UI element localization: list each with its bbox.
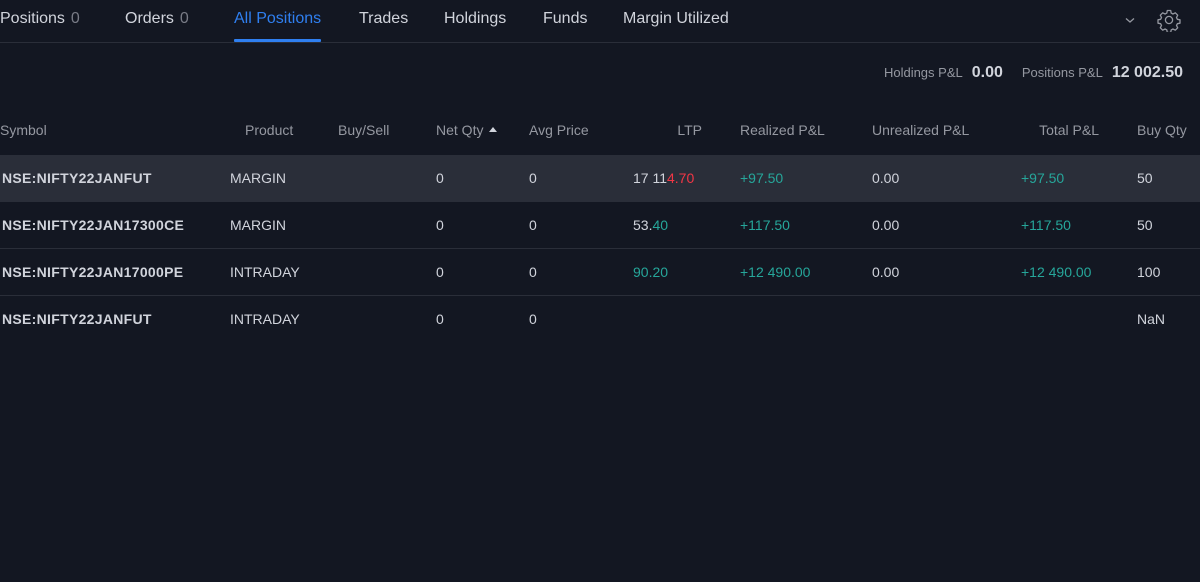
tab-orders-label: Orders [125,10,174,27]
col-header-total-pnl[interactable]: Total P&L [1000,122,1099,142]
cell-buy-qty: 100 [1137,264,1161,280]
table-row[interactable]: NSE:NIFTY22JAN17000PE INTRADAY 0 0 90.20… [0,249,1200,296]
tab-funds-label: Funds [543,10,588,27]
table-row[interactable]: NSE:NIFTY22JANFUT MARGIN 0 0 17 114.70 +… [0,155,1200,202]
col-header-symbol[interactable]: Symbol [0,122,47,142]
cell-avg-price: 0 [529,264,537,280]
pnl-summary: Holdings P&L 0.00 Positions P&L 12 002.5… [884,64,1183,86]
cell-product: MARGIN [230,217,286,233]
table-row[interactable]: NSE:NIFTY22JAN17300CE MARGIN 0 0 53.40 +… [0,202,1200,249]
tab-holdings[interactable]: Holdings [444,0,506,42]
cell-buy-qty: 50 [1137,170,1153,186]
cell-ltp: 53.40 [633,202,668,249]
cell-realized-pnl: +12 490.00 [740,264,811,280]
cell-avg-price: 0 [529,311,537,327]
cell-product: INTRADAY [230,311,300,327]
cell-unrealized-pnl: 0.00 [872,264,900,280]
col-header-product[interactable]: Product [245,122,293,142]
positions-pnl-label: Positions P&L [1021,65,1103,80]
tab-all-positions[interactable]: All Positions [234,0,322,42]
tab-holdings-label: Holdings [444,10,507,27]
col-header-ltp[interactable]: LTP [600,122,702,142]
tab-orders-count: 0 [179,10,189,27]
cell-avg-price: 0 [529,217,537,233]
cell-realized-pnl: +97.50 [740,170,784,186]
cell-ltp-change: 4.70 [667,170,695,186]
tab-trades-label: Trades [359,10,409,27]
cell-buy-qty: 50 [1137,217,1153,233]
col-header-unrealized-pnl[interactable]: Unrealized P&L [872,122,969,142]
cell-unrealized-pnl: 0.00 [872,217,900,233]
tab-positions[interactable]: Positions 0 [0,0,80,42]
cell-total-pnl: +97.50 [1021,170,1065,186]
col-header-avg-price[interactable]: Avg Price [529,122,589,142]
table-row[interactable]: NSE:NIFTY22JANFUT INTRADAY 0 0 NaN [0,296,1200,343]
chevron-down-icon[interactable] [1122,12,1138,28]
col-header-net-qty-label: Net Qty [436,122,484,138]
tab-margin-utilized-label: Margin Utilized [623,10,729,27]
cell-unrealized-pnl: 0.00 [872,170,900,186]
sort-ascending-icon [489,127,498,132]
positions-pnl-value: 12 002.50 [1111,64,1183,81]
cell-net-qty: 0 [436,311,444,327]
cell-realized-pnl: +117.50 [740,217,790,233]
cell-buy-qty: NaN [1137,311,1166,327]
tab-all-positions-label: All Positions [234,10,322,27]
cell-ltp-main: 53. [633,217,653,233]
tab-positions-label: Positions [0,10,65,27]
cell-total-pnl: +117.50 [1021,217,1071,233]
cell-symbol: NSE:NIFTY22JANFUT [2,311,152,327]
holdings-pnl-value: 0.00 [971,64,1003,81]
holdings-pnl-label: Holdings P&L [883,65,963,80]
tab-funds[interactable]: Funds [543,0,587,42]
cell-symbol: NSE:NIFTY22JAN17000PE [2,264,184,280]
tab-bar: Positions 0 Orders 0 All Positions Trades … [0,0,1200,43]
cell-net-qty: 0 [436,264,444,280]
cell-product: MARGIN [230,170,286,186]
tab-orders[interactable]: Orders 0 [125,0,189,42]
cell-ltp-change: 40 [652,217,669,233]
cell-ltp: 90.20 [633,249,668,296]
tab-margin-utilized[interactable]: Margin Utilized [623,0,729,42]
cell-symbol: NSE:NIFTY22JAN17300CE [2,217,185,233]
gear-icon[interactable] [1157,8,1181,32]
cell-symbol: NSE:NIFTY22JANFUT [2,170,152,186]
cell-product: INTRADAY [230,264,300,280]
cell-avg-price: 0 [529,170,537,186]
cell-net-qty: 0 [436,170,444,186]
cell-ltp-main: 17 11 [633,170,667,186]
cell-net-qty: 0 [436,217,444,233]
tab-trades[interactable]: Trades [359,0,408,42]
col-header-buy-sell[interactable]: Buy/Sell [338,122,389,142]
cell-ltp-change: 90.20 [633,264,669,280]
col-header-net-qty[interactable]: Net Qty [436,122,498,142]
tab-positions-count: 0 [70,10,80,27]
col-header-buy-qty[interactable]: Buy Qty [1137,122,1187,142]
cell-total-pnl: +12 490.00 [1021,264,1092,280]
cell-ltp: 17 114.70 [633,155,694,202]
col-header-realized-pnl[interactable]: Realized P&L [740,122,825,142]
